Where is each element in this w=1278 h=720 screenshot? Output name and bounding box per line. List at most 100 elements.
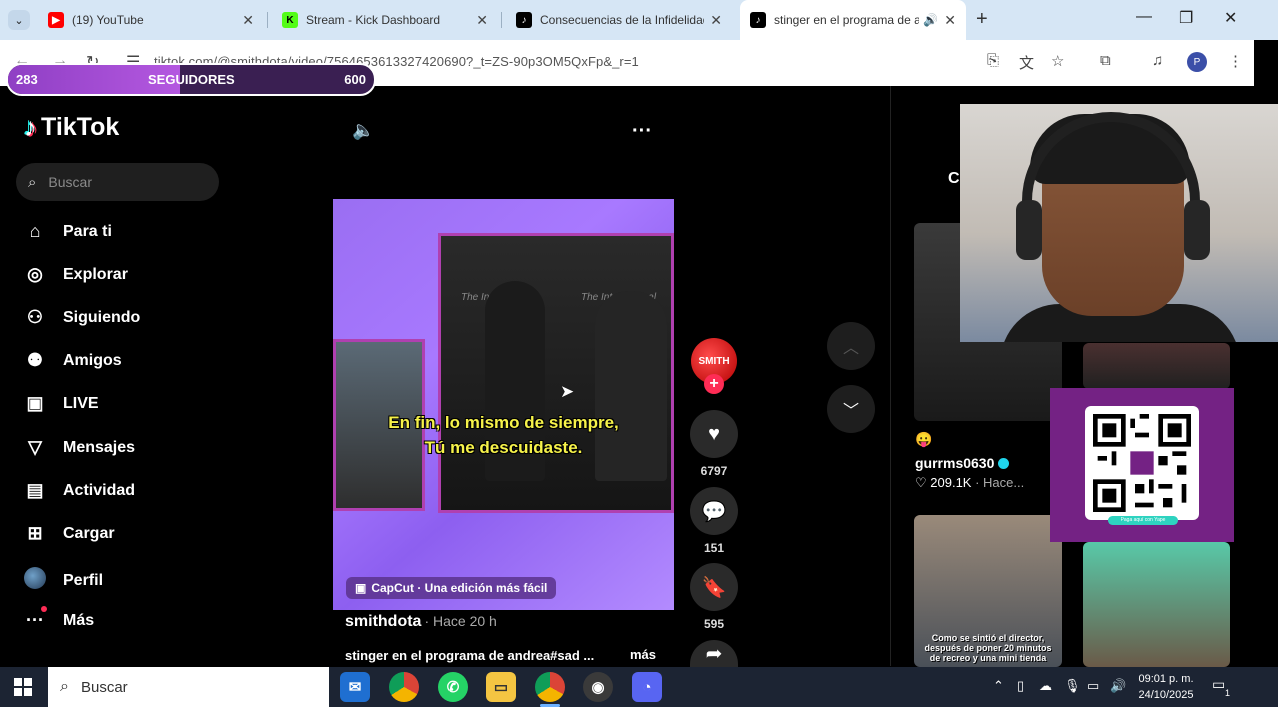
following-icon: ⚇ <box>26 307 44 327</box>
close-icon[interactable]: ✕ <box>710 12 722 29</box>
related-video-thumbnail[interactable]: Como se sintió el director, después de p… <box>914 515 1062 667</box>
system-clock[interactable]: 09:01 p. m. 24/10/2025 <box>1134 671 1198 703</box>
sidebar-item-mensajes[interactable]: ▽ Mensajes <box>22 437 135 458</box>
sidebar-item-live[interactable]: ▣ LIVE <box>22 393 98 414</box>
capcut-icon: ▣ <box>355 581 367 595</box>
tab-divider <box>501 12 502 28</box>
chrome-icon[interactable] <box>535 672 565 702</box>
follow-plus-button[interactable]: + <box>704 374 724 394</box>
sidebar-item-label: Más <box>63 611 95 629</box>
notification-count: 1 <box>1225 688 1231 698</box>
related-user-name: gurrms0630 <box>915 455 995 471</box>
minimize-button[interactable]: — <box>1136 8 1152 26</box>
device-icon[interactable]: ▯ <box>1017 678 1024 694</box>
webcam-overlay <box>960 104 1278 342</box>
tab-tiktok-stinger[interactable]: ♪ stinger en el programa de a 🔊 ✕ <box>740 0 966 40</box>
mouse-cursor-icon: ➤ <box>560 382 575 401</box>
tiktok-logo[interactable]: ♪ TikTok <box>24 112 119 143</box>
tab-tiktok-infidelidad[interactable]: ♪ Consecuencias de la Infidelidad ✕ <box>506 0 732 40</box>
tiktok-icon: ♪ <box>750 12 766 28</box>
menu-kebab-icon[interactable]: ⋮ <box>1228 52 1243 70</box>
sidebar-item-cargar[interactable]: ⊞ Cargar <box>22 523 115 544</box>
more-icon: ··· <box>22 606 48 631</box>
column-divider <box>890 86 891 666</box>
bookmark-icon: 🔖 <box>701 576 727 599</box>
search-placeholder: Buscar <box>48 174 92 190</box>
notification-icon[interactable]: ▭ <box>1212 676 1234 696</box>
taskbar-search-input[interactable]: ⌕ Buscar <box>48 667 329 707</box>
network-icon[interactable]: ▭ <box>1087 678 1099 694</box>
comment-icon: 💬 <box>701 500 727 523</box>
friends-icon: ⚉ <box>26 350 44 370</box>
video-player[interactable]: The International The International En f… <box>333 199 674 610</box>
chrome-icon[interactable] <box>389 672 419 702</box>
compass-icon: ◎ <box>27 264 43 284</box>
whatsapp-icon[interactable]: ✆ <box>438 672 468 702</box>
tab-kick[interactable]: K Stream - Kick Dashboard ✕ <box>272 0 498 40</box>
previous-video-button[interactable]: ︿ <box>827 322 875 370</box>
outlook-icon[interactable]: ✉ <box>340 672 370 702</box>
comment-button[interactable]: 💬 <box>690 487 738 535</box>
next-video-button[interactable]: ﹀ <box>827 385 875 433</box>
discord-icon[interactable]: ◔ <box>632 672 662 702</box>
search-input[interactable]: ⌕ Buscar <box>16 163 219 201</box>
capcut-badge[interactable]: ▣ CapCut · Una edición más fácil <box>346 577 557 599</box>
bookmark-star-icon[interactable]: ☆ <box>1051 52 1064 70</box>
close-icon[interactable]: ✕ <box>242 12 254 29</box>
share-button[interactable]: ➦ <box>690 640 738 667</box>
sidebar-item-label: Cargar <box>63 524 115 542</box>
save-button[interactable]: 🔖 <box>690 563 738 611</box>
speaker-icon[interactable]: 🔊 <box>923 13 938 27</box>
translate-icon[interactable]: 文 <box>1019 52 1034 73</box>
sidebar-item-label: Para ti <box>63 222 112 240</box>
tab-label: Consecuencias de la Infidelidad <box>540 13 705 27</box>
media-control-icon[interactable]: ♫ <box>1152 52 1163 69</box>
like-button[interactable]: ♥ <box>690 410 738 458</box>
sidebar-item-amigos[interactable]: ⚉ Amigos <box>22 350 122 371</box>
sidebar-item-siguiendo[interactable]: ⚇ Siguiendo <box>22 307 140 328</box>
notification-dot <box>41 606 47 612</box>
browser-tab-bar: ⌄ ▶ (19) YouTube ✕ K Stream - Kick Dashb… <box>0 0 1278 40</box>
chevron-down-icon: ﹀ <box>842 403 859 420</box>
sidebar-item-actividad[interactable]: ▤ Actividad <box>22 480 135 501</box>
sidebar-item-mas[interactable]: ··· Más <box>22 606 95 631</box>
caption-more-link[interactable]: más <box>630 647 656 662</box>
cloud-icon[interactable]: ☁ <box>1039 678 1052 694</box>
volume-icon[interactable]: 🔈 <box>352 120 374 141</box>
chevron-up-icon[interactable]: ⌃ <box>993 678 1004 694</box>
maximize-button[interactable]: ❐ <box>1179 8 1193 28</box>
profile-avatar[interactable]: P <box>1187 52 1207 72</box>
new-tab-button[interactable]: + <box>976 8 988 31</box>
related-video-thumbnail[interactable] <box>1083 542 1230 667</box>
sidebar-item-explorar[interactable]: ◎ Explorar <box>22 264 128 285</box>
sidebar-item-perfil[interactable]: Perfil <box>22 567 103 594</box>
comment-count: 151 <box>703 541 725 555</box>
windows-start-icon[interactable] <box>14 678 32 696</box>
video-author[interactable]: smithdota · Hace 20 h <box>345 613 497 631</box>
file-explorer-icon[interactable]: ▭ <box>486 672 516 702</box>
taskbar-search-placeholder: Buscar <box>80 678 128 696</box>
related-heading: C <box>948 170 960 187</box>
more-options-icon[interactable]: ··· <box>632 120 652 143</box>
volume-icon[interactable]: 🔊 <box>1110 678 1126 694</box>
tab-label: (19) YouTube <box>72 13 144 27</box>
tab-youtube[interactable]: ▶ (19) YouTube ✕ <box>38 0 264 40</box>
close-window-button[interactable]: ✕ <box>1224 8 1237 28</box>
obs-icon[interactable]: ◉ <box>583 672 613 702</box>
sidebar-item-para-ti[interactable]: ⌂ Para ti <box>22 221 112 242</box>
tab-search-dropdown[interactable]: ⌄ <box>8 10 30 30</box>
follower-goal: 600 <box>344 72 366 87</box>
search-icon: ⌕ <box>28 173 37 191</box>
extensions-icon[interactable]: ⧉ <box>1100 52 1111 69</box>
like-count: 6797 <box>700 464 728 478</box>
microphone-icon[interactable]: 🎙 <box>1064 678 1081 694</box>
related-video-user[interactable]: gurrms0630 <box>915 455 1010 471</box>
related-video-thumbnail[interactable] <box>1083 343 1230 389</box>
youtube-icon: ▶ <box>48 12 64 28</box>
subtitle-line: En fin, lo mismo de siempre, <box>388 413 619 432</box>
share-icon: ➦ <box>705 643 723 665</box>
install-app-icon[interactable]: ⎘ <box>987 52 999 69</box>
close-icon[interactable]: ✕ <box>944 12 956 29</box>
close-icon[interactable]: ✕ <box>476 12 488 29</box>
messages-icon: ▽ <box>28 437 42 457</box>
